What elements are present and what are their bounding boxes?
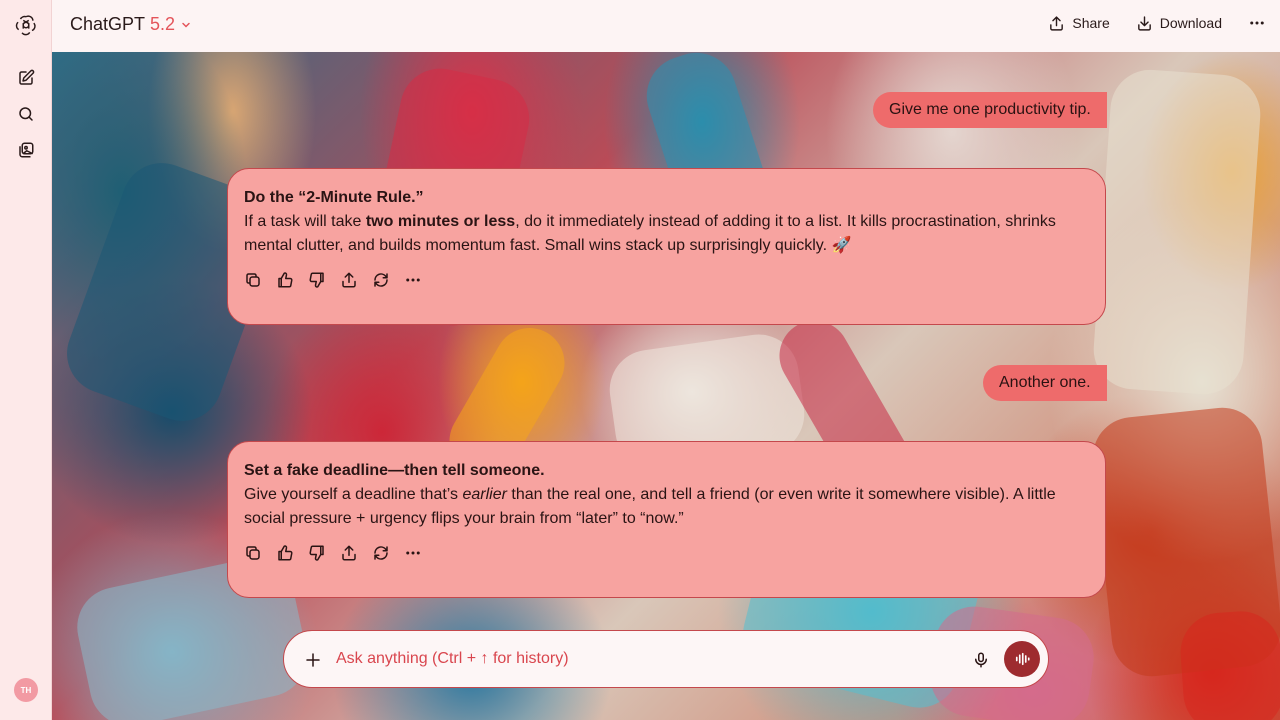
avatar-initials: TH xyxy=(20,685,32,695)
assistant-message: Do the “2-Minute Rule.” If a task will t… xyxy=(227,168,1106,325)
more-horizontal-icon[interactable] xyxy=(404,544,422,562)
body-italic: earlier xyxy=(462,486,507,503)
download-label: Download xyxy=(1159,15,1222,31)
assistant-message: Set a fake deadline—then tell someone. G… xyxy=(227,441,1106,598)
waveform-icon xyxy=(1013,650,1031,668)
body-bold: two minutes or less xyxy=(365,213,516,230)
plus-icon[interactable] xyxy=(302,649,324,671)
user-message-text: Give me one productivity tip. xyxy=(889,101,1091,118)
sidebar: TH xyxy=(0,0,52,720)
openai-logo-icon[interactable] xyxy=(13,12,39,38)
assistant-message-body: Give yourself a deadline that’s earlier … xyxy=(244,483,1089,531)
avatar[interactable]: TH xyxy=(14,678,38,702)
assistant-message-title: Do the “2-Minute Rule.” xyxy=(244,189,424,206)
message-actions xyxy=(244,544,422,562)
search-icon[interactable] xyxy=(13,101,39,127)
body-text-1: If a task will take xyxy=(244,213,366,230)
model-version: 5.2 xyxy=(150,14,176,34)
new-chat-icon[interactable] xyxy=(13,65,39,91)
message-actions xyxy=(244,271,422,289)
model-selector[interactable]: ChatGPT 5.2 xyxy=(70,14,192,35)
message-composer[interactable]: Ask anything (Ctrl + ↑ for history) xyxy=(283,630,1049,688)
microphone-icon[interactable] xyxy=(970,649,992,671)
regenerate-icon[interactable] xyxy=(372,544,390,562)
user-message: Another one. xyxy=(983,365,1107,401)
download-icon xyxy=(1136,15,1153,32)
share-button[interactable]: Share xyxy=(1048,15,1110,32)
model-name: ChatGPT xyxy=(70,14,146,34)
share-icon xyxy=(1048,15,1065,32)
assistant-message-body: If a task will take two minutes or less,… xyxy=(244,210,1089,258)
user-message: Give me one productivity tip. xyxy=(873,92,1107,128)
chevron-down-icon xyxy=(180,19,192,31)
share-message-icon[interactable] xyxy=(340,271,358,289)
thumbs-up-icon[interactable] xyxy=(276,271,294,289)
copy-icon[interactable] xyxy=(244,271,262,289)
more-options-button[interactable] xyxy=(1248,14,1266,32)
top-header: ChatGPT 5.2 Share Download xyxy=(52,0,1280,52)
library-icon[interactable] xyxy=(13,137,39,163)
regenerate-icon[interactable] xyxy=(372,271,390,289)
share-label: Share xyxy=(1072,15,1110,31)
composer-input[interactable]: Ask anything (Ctrl + ↑ for history) xyxy=(336,650,569,668)
download-button[interactable]: Download xyxy=(1136,15,1222,32)
more-horizontal-icon xyxy=(1248,14,1266,32)
body-text-1: Give yourself a deadline that’s xyxy=(244,486,463,503)
thumbs-down-icon[interactable] xyxy=(308,544,326,562)
user-message-text: Another one. xyxy=(999,374,1091,391)
copy-icon[interactable] xyxy=(244,544,262,562)
voice-mode-button[interactable] xyxy=(1004,641,1040,677)
assistant-message-title: Set a fake deadline—then tell someone. xyxy=(244,462,545,479)
thumbs-down-icon[interactable] xyxy=(308,271,326,289)
more-horizontal-icon[interactable] xyxy=(404,271,422,289)
thumbs-up-icon[interactable] xyxy=(276,544,294,562)
share-message-icon[interactable] xyxy=(340,544,358,562)
